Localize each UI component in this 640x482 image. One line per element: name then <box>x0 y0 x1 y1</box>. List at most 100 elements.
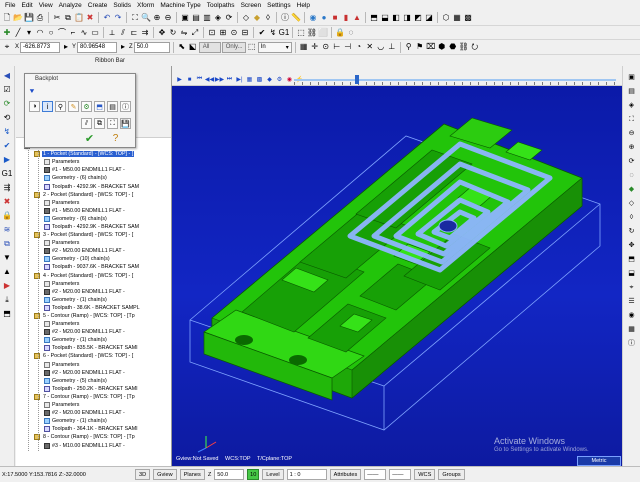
backplot-options-icon[interactable]: ▤ <box>107 101 118 112</box>
tree-row[interactable]: Parameters <box>16 158 171 166</box>
x-lock-icon[interactable]: ▸ <box>61 42 71 52</box>
join-icon[interactable]: ⊏ <box>129 28 139 38</box>
solid-extrude-icon[interactable]: ⬒ <box>369 13 379 23</box>
line-width-field[interactable]: —— <box>389 469 412 480</box>
shaded-icon[interactable]: ◆ <box>252 13 262 23</box>
snap-quadrant-icon[interactable]: ◔ <box>354 42 364 52</box>
snap-point-icon[interactable]: ✛ <box>310 42 320 52</box>
clear-selection-icon[interactable]: ⌧ <box>426 42 436 52</box>
copy-icon[interactable]: ⧉ <box>63 13 73 23</box>
side-view-icon[interactable]: ▥ <box>202 13 212 23</box>
only-button[interactable]: Only... <box>221 41 246 53</box>
playback-slider[interactable] <box>355 75 359 84</box>
post-icon[interactable]: G1 <box>279 28 290 38</box>
translate-icon[interactable]: ✥ <box>157 28 167 38</box>
tree-row[interactable]: #2 - M20.00 ENDMILL1 FLAT - <box>16 247 171 255</box>
post-ops-icon[interactable]: G1 <box>2 168 13 179</box>
clear-colors-icon[interactable]: ◌ <box>626 170 637 181</box>
tree-row[interactable]: Geometry - (10) chain(s) <box>16 255 171 263</box>
wcs-icon[interactable]: ⌖ <box>626 282 637 293</box>
statistics-icon[interactable]: ⓘ <box>626 338 637 349</box>
drill-icon[interactable]: ⊙ <box>229 28 239 38</box>
display-holder-icon[interactable]: ⅰ <box>42 101 53 112</box>
tree-row[interactable]: Geometry - (6) chain(s) <box>16 174 171 182</box>
results-icon[interactable]: ⬣ <box>448 42 458 52</box>
pocket-icon[interactable]: ⊡ <box>207 28 217 38</box>
snap-grid-icon[interactable]: ▦ <box>299 42 309 52</box>
display-tool-icon[interactable]: ◑ <box>29 101 40 112</box>
all-button[interactable]: All <box>198 41 221 53</box>
menu-item[interactable]: Machine Type <box>157 2 203 9</box>
solid-fillet-icon[interactable]: ◧ <box>391 13 401 23</box>
cut-icon[interactable]: ✂ <box>52 13 62 23</box>
insert-arrow-up-icon[interactable]: ▲ <box>2 266 13 277</box>
tree-row[interactable]: Parameters <box>16 280 171 288</box>
grid-icon[interactable]: ▩ <box>463 13 473 23</box>
display-mode-icon[interactable]: ◆ <box>265 75 274 84</box>
y-lock-icon[interactable]: ▸ <box>118 42 128 52</box>
tree-row[interactable]: Geometry - (5) chain(s) <box>16 377 171 385</box>
menu-item[interactable]: View <box>36 2 56 9</box>
tree-row[interactable]: Toolpath - 4292.9K - BRACKET SAM <box>16 182 171 190</box>
backplot-info-icon[interactable]: ⓘ <box>120 101 131 112</box>
save-geometry-icon[interactable]: ⧉ <box>94 118 105 129</box>
iso-view-icon[interactable]: ◈ <box>213 13 223 23</box>
lock-ops-icon[interactable]: 🔒 <box>2 210 13 221</box>
snap-intersect-icon[interactable]: ✕ <box>365 42 375 52</box>
select-all-icon[interactable]: ⬚ <box>296 28 306 38</box>
line-icon[interactable]: ╱ <box>13 28 23 38</box>
dialog-collapse-icon[interactable]: ⯆ <box>27 87 37 97</box>
save-icon[interactable]: 💾 <box>24 13 34 23</box>
operation-row[interactable]: 8 - Contour (Ramp) - [WCS: TOP] - [Tp <box>16 433 171 441</box>
circle-icon[interactable]: ○ <box>46 28 56 38</box>
select-mode-icon[interactable]: ⬕ <box>188 42 198 52</box>
level-button[interactable]: Level <box>262 469 284 480</box>
scale-icon[interactable]: ⤢ <box>190 28 200 38</box>
window-zoom-icon[interactable]: 🔍 <box>141 13 151 23</box>
mesh-icon[interactable]: ▦ <box>452 13 462 23</box>
select-all-ops-icon[interactable]: ☑ <box>2 84 13 95</box>
backplot-ops-icon[interactable]: ↯ <box>2 126 13 137</box>
display-endpoints-icon[interactable]: ⚙ <box>81 101 92 112</box>
analyze-icon[interactable]: ⓘ <box>280 13 290 23</box>
operation-row[interactable]: 3 - Pocket (Standard) - [WCS: TOP] - [ <box>16 231 171 239</box>
delete-ops-icon[interactable]: ✖ <box>2 196 13 207</box>
graphics-viewport[interactable] <box>172 86 622 466</box>
dropdown-icon[interactable]: ▾ <box>24 28 34 38</box>
cylinder-icon[interactable]: ▮ <box>341 13 351 23</box>
point-icon[interactable]: ✚ <box>2 28 12 38</box>
wireframe-icon[interactable]: ◇ <box>241 13 251 23</box>
mode-3d-button[interactable]: 3D <box>135 469 151 480</box>
wire-icon[interactable]: ◇ <box>626 198 637 209</box>
globe-icon[interactable]: ◉ <box>308 13 318 23</box>
operation-row[interactable]: 6 - Pocket (Standard) - [WCS: TOP] - [ <box>16 352 171 360</box>
step-forward-icon[interactable]: ⏭ <box>225 75 234 84</box>
cube-icon[interactable]: ■ <box>330 13 340 23</box>
color-swatch[interactable]: 10 <box>247 469 260 480</box>
cplane-icon[interactable]: ⬒ <box>626 254 637 265</box>
delete-icon[interactable]: ✖ <box>85 13 95 23</box>
y-coordinate-field[interactable]: 80.96548 <box>77 41 118 53</box>
highfeed-icon[interactable]: ⇶ <box>2 182 13 193</box>
rectangle-icon[interactable]: ▭ <box>90 28 100 38</box>
display-rapid-icon[interactable]: ⚲ <box>55 101 66 112</box>
simulate-icon[interactable]: ▶ <box>2 154 13 165</box>
menu-item[interactable]: File <box>2 2 18 9</box>
quick-verify-icon[interactable]: ⬒ <box>94 101 105 112</box>
selection-filter-icon[interactable]: ⚲ <box>404 42 414 52</box>
tree-row[interactable]: #1 - M50.00 ENDMILL1 FLAT - <box>16 166 171 174</box>
top-view-icon[interactable]: ▣ <box>180 13 190 23</box>
single-op-icon[interactable]: ⬒ <box>2 308 13 319</box>
print-icon[interactable]: ⎙ <box>35 13 45 23</box>
toggle-display-icon[interactable]: ≋ <box>2 224 13 235</box>
view-sheet-icon[interactable]: ▦ <box>626 324 637 335</box>
display-entity-icon[interactable]: ✎ <box>68 101 79 112</box>
solid-chamfer-icon[interactable]: ◨ <box>402 13 412 23</box>
chamfer-icon[interactable]: ⌐ <box>68 28 78 38</box>
tree-row[interactable]: Parameters <box>16 239 171 247</box>
menu-item[interactable]: Toolpaths <box>204 2 238 9</box>
window-select-icon[interactable]: ⬜ <box>318 28 328 38</box>
break-icon[interactable]: ⫽ <box>118 28 128 38</box>
snap-tangent-icon[interactable]: ◡ <box>376 42 386 52</box>
save-backplot-icon[interactable]: 💾 <box>120 118 131 129</box>
